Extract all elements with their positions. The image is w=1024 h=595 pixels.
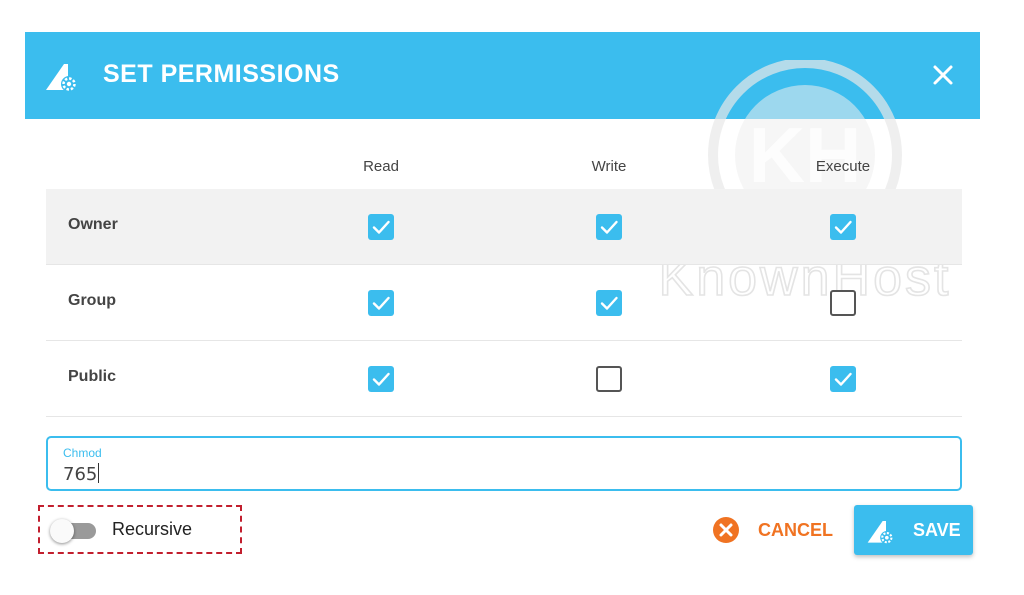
row-label: Public xyxy=(68,368,117,385)
knownhost-gear-logo-icon xyxy=(46,64,77,92)
owner-read-checkbox[interactable] xyxy=(368,214,394,240)
column-header-write: Write xyxy=(591,158,627,175)
recursive-label: Recursive xyxy=(112,519,193,539)
dialog-title: SET PERMISSIONS xyxy=(103,60,340,88)
table-header: Read Write Execute xyxy=(46,140,962,189)
checkmark-icon xyxy=(372,372,390,386)
row-label: Owner xyxy=(68,216,118,233)
cancel-label: CANCEL xyxy=(758,519,833,540)
public-execute-checkbox[interactable] xyxy=(830,366,856,392)
public-read-checkbox[interactable] xyxy=(368,366,394,392)
close-icon[interactable] xyxy=(928,60,958,90)
owner-write-checkbox[interactable] xyxy=(596,214,622,240)
text-caret xyxy=(98,463,100,483)
permissions-table: Read Write Execute Owner Group Public xyxy=(46,140,962,417)
checkmark-icon xyxy=(600,220,618,234)
table-row-public: Public xyxy=(46,341,962,417)
column-header-execute: Execute xyxy=(815,158,871,175)
knownhost-gear-save-icon xyxy=(867,521,894,545)
checkmark-icon xyxy=(834,220,852,234)
permissions-dialog: SET PERMISSIONS xyxy=(25,32,980,119)
chmod-label: Chmod xyxy=(63,446,102,460)
column-header-read: Read xyxy=(363,158,399,175)
save-button[interactable]: SAVE xyxy=(854,505,973,555)
table-row-owner: Owner xyxy=(46,189,962,265)
owner-execute-checkbox[interactable] xyxy=(830,214,856,240)
dialog-header: SET PERMISSIONS xyxy=(25,32,980,119)
cancel-button[interactable]: CANCEL xyxy=(712,515,833,545)
group-read-checkbox[interactable] xyxy=(368,290,394,316)
checkmark-icon xyxy=(600,296,618,310)
chmod-value: 765 xyxy=(63,464,98,485)
recursive-toggle[interactable] xyxy=(50,519,98,543)
chmod-field[interactable]: Chmod 765 xyxy=(46,436,962,491)
save-label: SAVE xyxy=(913,520,961,540)
cancel-circle-icon xyxy=(713,517,739,543)
chmod-input[interactable]: 765 xyxy=(63,463,100,485)
checkmark-icon xyxy=(834,372,852,386)
toggle-knob xyxy=(50,519,74,543)
group-write-checkbox[interactable] xyxy=(596,290,622,316)
public-write-checkbox[interactable] xyxy=(596,366,622,392)
table-row-group: Group xyxy=(46,265,962,341)
checkmark-icon xyxy=(372,296,390,310)
checkmark-icon xyxy=(372,220,390,234)
row-label: Group xyxy=(68,292,116,309)
group-execute-checkbox[interactable] xyxy=(830,290,856,316)
